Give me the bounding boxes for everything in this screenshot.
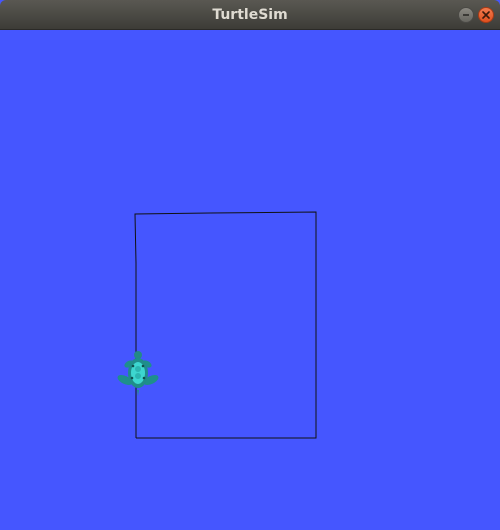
trail-path xyxy=(134,211,317,439)
title-bar[interactable]: TurtleSim xyxy=(0,0,500,30)
pen-trail xyxy=(134,211,317,439)
minimize-button[interactable] xyxy=(458,7,474,23)
close-button[interactable] xyxy=(478,7,494,23)
close-icon xyxy=(482,11,490,19)
drawing-surface xyxy=(116,211,317,439)
window-title: TurtleSim xyxy=(212,7,288,23)
turtle-canvas[interactable] xyxy=(0,30,500,530)
turtlesim-window: TurtleSim xyxy=(0,0,500,530)
turtle-icon[interactable] xyxy=(116,351,160,396)
